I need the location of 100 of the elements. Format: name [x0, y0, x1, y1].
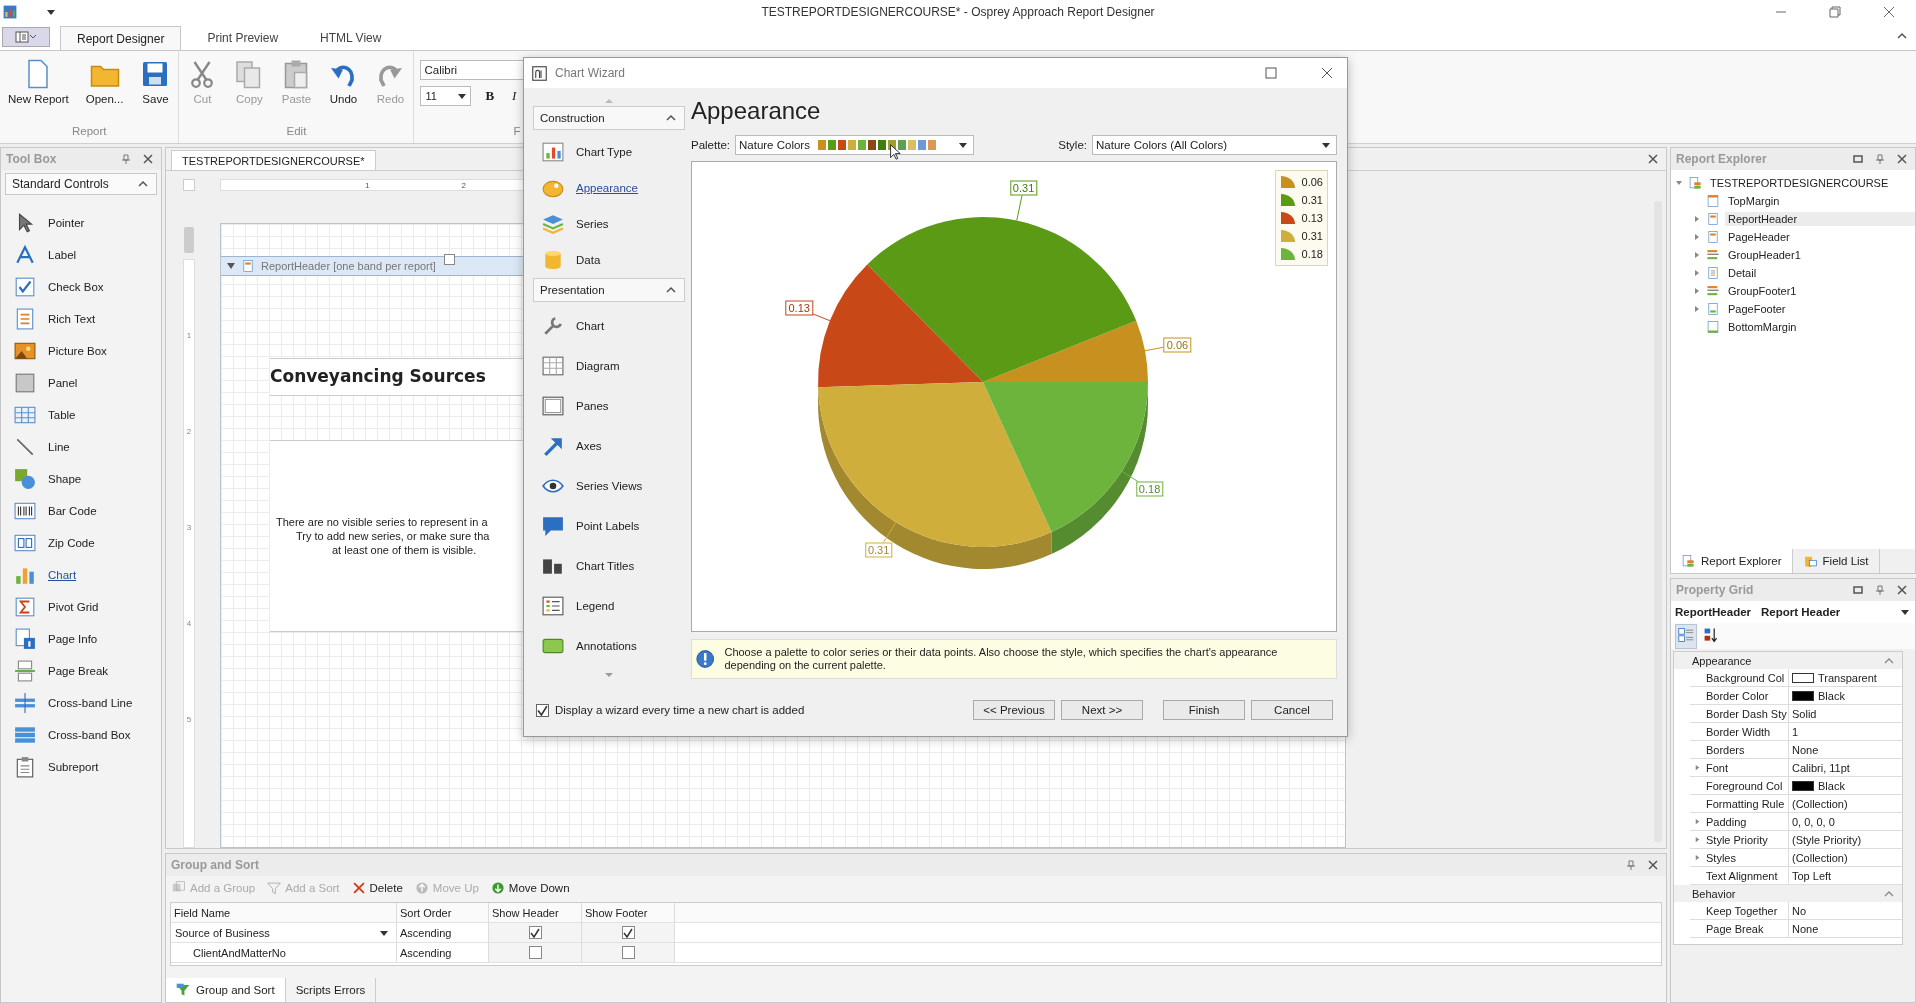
ribbon-button[interactable]: Save [138, 55, 173, 125]
pin-icon[interactable] [1875, 585, 1885, 595]
category-header[interactable]: Behavior [1674, 885, 1902, 902]
font-size-field[interactable]: 11 [420, 86, 472, 106]
wizard-page-link[interactable]: Chart [576, 320, 605, 332]
checkbox[interactable] [621, 946, 635, 959]
palette-dropdown[interactable]: Nature Colors [735, 135, 974, 155]
toolbox-item[interactable]: Cross-band Line [48, 697, 133, 709]
dialog-button[interactable]: << Previous [973, 700, 1055, 720]
pin-icon[interactable] [121, 154, 131, 164]
section-header[interactable]: Construction [533, 106, 685, 130]
maximize-icon[interactable] [1853, 585, 1863, 595]
document-tab[interactable]: TESTREPORTDESIGNERCOURSE* [171, 150, 376, 170]
group-header[interactable]: Standard Controls [5, 173, 157, 195]
toolbox-item[interactable]: Bar Code [48, 505, 97, 517]
tree-item[interactable]: TopMargin [1725, 194, 1915, 208]
panel-tab[interactable]: Scripts Errors [285, 978, 377, 1002]
property-value[interactable]: Top Left [1792, 869, 1832, 882]
toolbox-item[interactable]: Zip Code [48, 537, 95, 549]
property-value[interactable]: Black [1818, 689, 1845, 702]
pin-icon[interactable] [1626, 860, 1636, 870]
bold-button[interactable]: B [481, 88, 499, 104]
wizard-page-link[interactable]: Annotations [576, 640, 637, 652]
wizard-page-link[interactable]: Series Views [576, 480, 643, 492]
collapsed-arrow-icon[interactable] [1693, 233, 1701, 241]
section-header[interactable]: Presentation [533, 278, 685, 302]
table-cell[interactable]: Source of Business [171, 923, 397, 942]
close-icon[interactable] [1897, 154, 1907, 164]
toolbox-item[interactable]: Subreport [48, 761, 99, 773]
toolbox-item[interactable]: Line [48, 441, 70, 453]
property-value[interactable]: (Style Priority) [1792, 833, 1862, 846]
wizard-page-link[interactable]: Data [576, 254, 601, 266]
expand-arrow-icon[interactable] [1694, 818, 1701, 825]
close-icon[interactable] [1321, 67, 1333, 79]
collapsed-arrow-icon[interactable] [1693, 287, 1701, 295]
toolbar-button[interactable]: Move Down [490, 881, 570, 895]
expand-arrow-icon[interactable] [1694, 854, 1701, 861]
property-value[interactable]: 1 [1792, 725, 1799, 738]
expanded-arrow-icon[interactable] [1675, 179, 1683, 187]
panel-tab[interactable]: Field List [1792, 549, 1880, 573]
property-value[interactable]: None [1792, 743, 1819, 756]
maximize-icon[interactable] [1265, 67, 1277, 79]
style-dropdown[interactable]: Nature Colors (All Colors) [1092, 135, 1337, 155]
wizard-page-link[interactable]: Series [576, 218, 609, 230]
column-header[interactable]: Show Header [489, 903, 582, 922]
tree-item[interactable]: GroupFooter1 [1725, 284, 1915, 298]
ribbon-button[interactable]: Undo [326, 55, 361, 125]
toolbox-item[interactable]: Table [48, 409, 76, 421]
pin-icon[interactable] [1875, 154, 1885, 164]
wizard-page-link[interactable]: Point Labels [576, 520, 640, 532]
tree-item[interactable]: BottomMargin [1725, 320, 1915, 334]
collapsed-arrow-icon[interactable] [1693, 305, 1701, 313]
ribbon-tab[interactable]: Print Preview [191, 26, 295, 50]
dropdown-arrow-icon[interactable] [46, 7, 56, 17]
toolbox-item[interactable]: Check Box [48, 281, 104, 293]
wizard-page-link[interactable]: Chart Type [576, 146, 633, 158]
checkbox[interactable] [621, 926, 635, 939]
toolbox-item[interactable]: Page Info [48, 633, 98, 645]
category-header[interactable]: Appearance [1674, 652, 1902, 669]
app-menu-button[interactable] [2, 27, 50, 47]
close-icon[interactable] [143, 154, 153, 164]
property-value[interactable]: 0, 0, 0, 0 [1792, 815, 1835, 828]
expand-arrow-icon[interactable] [1694, 764, 1701, 771]
column-header[interactable]: Show Footer [582, 903, 675, 922]
ribbon-button[interactable]: New Report [6, 55, 71, 125]
tree-item[interactable]: GroupHeader1 [1725, 248, 1915, 262]
dialog-button[interactable]: Next >> [1061, 700, 1143, 720]
toolbox-item[interactable]: Chart [48, 569, 77, 581]
toolbar-button[interactable]: Delete [351, 881, 403, 895]
panel-tab[interactable]: Report Explorer [1671, 549, 1793, 573]
object-selector[interactable]: ReportHeader Report Header [1671, 601, 1915, 623]
dialog-button[interactable]: Cancel [1251, 700, 1333, 720]
tree-item[interactable]: TESTREPORTDESIGNERCOURSE [1707, 176, 1915, 190]
property-value[interactable]: Solid [1792, 707, 1817, 720]
property-value[interactable]: Black [1818, 779, 1845, 792]
ribbon-tab[interactable]: HTML View [304, 26, 398, 50]
panel-tab[interactable]: Group and Sort [166, 978, 286, 1002]
collapsed-arrow-icon[interactable] [1693, 215, 1701, 223]
ribbon-button[interactable]: Open... [83, 55, 126, 125]
dialog-button[interactable]: Finish [1163, 700, 1245, 720]
wizard-page-link[interactable]: Appearance [576, 182, 639, 194]
collapsed-arrow-icon[interactable] [1693, 251, 1701, 259]
checkbox[interactable] [528, 946, 542, 959]
wizard-page-link[interactable]: Diagram [576, 360, 620, 372]
toolbox-item[interactable]: Rich Text [48, 313, 96, 325]
toolbox-item[interactable]: Picture Box [48, 345, 107, 357]
property-value[interactable]: Transparent [1818, 671, 1877, 684]
italic-button[interactable]: I [508, 88, 521, 104]
toolbox-item[interactable]: Shape [48, 473, 82, 485]
expand-arrow-icon[interactable] [1694, 836, 1701, 843]
tree-item[interactable]: ReportHeader [1725, 212, 1915, 226]
wizard-page-link[interactable]: Chart Titles [576, 560, 635, 572]
close-icon[interactable] [1648, 860, 1658, 870]
wizard-page-link[interactable]: Panes [576, 400, 609, 412]
column-header[interactable]: Field Name [171, 903, 397, 922]
toolbox-item[interactable]: Pointer [48, 217, 85, 229]
column-header[interactable]: Sort Order [397, 903, 489, 922]
view-button[interactable] [1675, 623, 1697, 649]
ribbon-tab[interactable]: Report Designer [60, 26, 182, 50]
checkbox[interactable] [528, 926, 542, 939]
